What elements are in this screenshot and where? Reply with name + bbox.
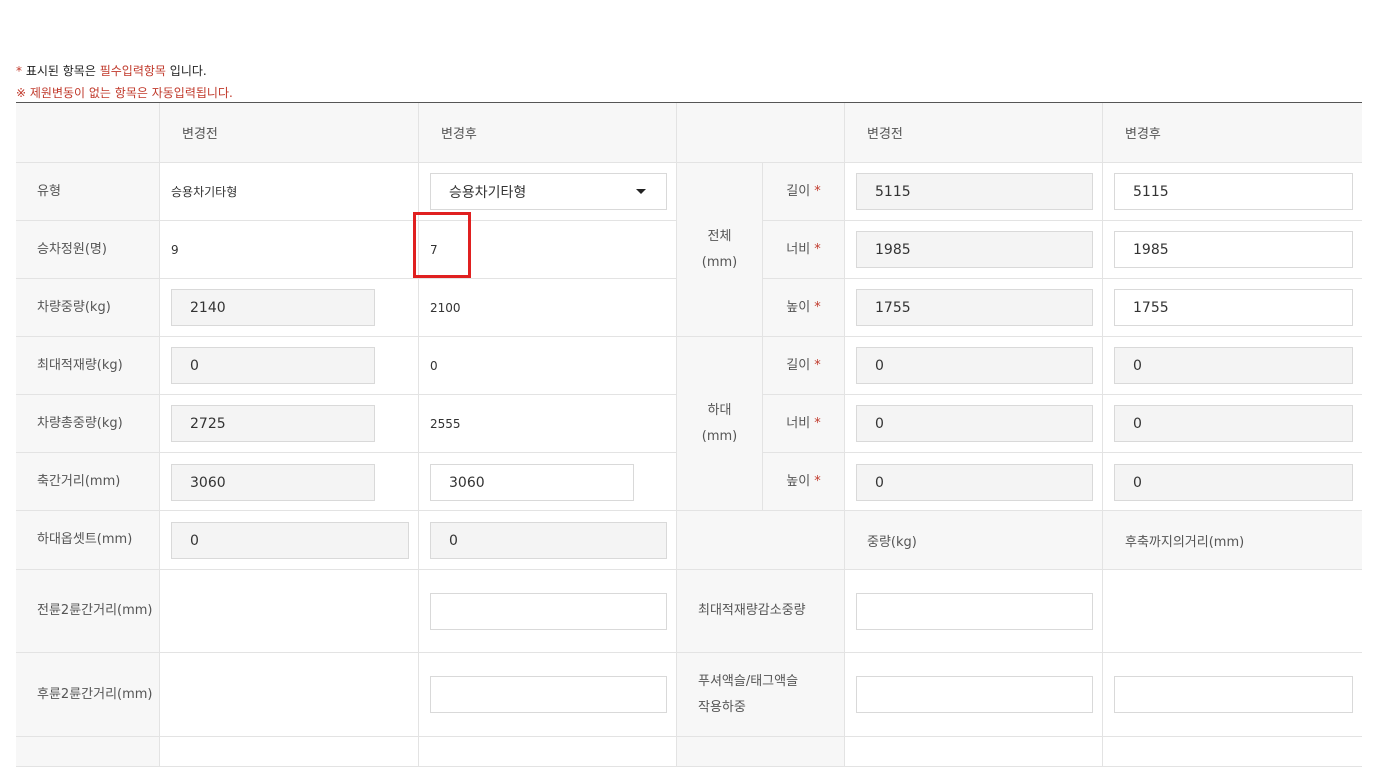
before-next-cell bbox=[160, 737, 419, 767]
max-load-reduction-weight-field[interactable] bbox=[856, 593, 1093, 630]
pusher-tag-axle-distance-field[interactable] bbox=[1114, 676, 1353, 713]
label-bed-offset: 하대옵셋트(mm) bbox=[16, 511, 160, 570]
label-vehicle-weight: 차량중량(kg) bbox=[16, 279, 160, 337]
label-seating-capacity: 승차정원(명) bbox=[16, 221, 160, 279]
before-overall-width-field: 1985 bbox=[856, 231, 1093, 268]
vehicle-type-select[interactable]: 승용차기타형 bbox=[430, 173, 667, 210]
auto-input-note: ※ 제원변동이 없는 항목은 자동입력됩니다. bbox=[16, 86, 233, 100]
before-overall-height-field: 1755 bbox=[856, 289, 1093, 326]
pusher-tag-axle-weight-field[interactable] bbox=[856, 676, 1093, 713]
after-gross-weight: 2555 bbox=[419, 395, 677, 453]
after-wheelbase-field[interactable]: 3060 bbox=[430, 464, 634, 501]
label-rear-dual-wheel-distance: 후륜2륜간거리(mm) bbox=[16, 653, 160, 737]
header-empty-cell-right bbox=[677, 103, 845, 163]
group-bed: 하대 (mm) bbox=[677, 337, 763, 511]
label-next-row bbox=[16, 737, 160, 767]
cell bbox=[845, 737, 1103, 767]
highlight-box bbox=[413, 212, 471, 278]
label-pusher-tag-axle-load: 푸셔액슬/태그액슬 작용하중 bbox=[677, 653, 845, 737]
before-bed-offset-field: 0 bbox=[171, 522, 409, 559]
spec-change-table: 변경전 변경후 변경전 변경후 유형 승차정원(명) 차량중량(kg) 최대적재… bbox=[16, 103, 1362, 767]
header-empty-cell bbox=[16, 103, 160, 163]
cell bbox=[1103, 570, 1362, 653]
after-overall-width-field[interactable]: 1985 bbox=[1114, 231, 1353, 268]
after-bed-width-field[interactable]: 0 bbox=[1114, 405, 1353, 442]
label-overall-length: 길이 * bbox=[763, 163, 845, 221]
before-wheelbase-field: 3060 bbox=[171, 464, 375, 501]
after-overall-height-field[interactable]: 1755 bbox=[1114, 289, 1353, 326]
required-note: * 표시된 항목은 필수입력항목 입니다. bbox=[16, 64, 207, 78]
after-next-cell bbox=[419, 737, 677, 767]
before-gross-weight-field: 2725 bbox=[171, 405, 375, 442]
after-bed-length-field[interactable]: 0 bbox=[1114, 347, 1353, 384]
before-vehicle-weight-field: 2140 bbox=[171, 289, 375, 326]
weight-header-empty bbox=[677, 511, 845, 570]
group-overall: 전체 (mm) bbox=[677, 163, 763, 337]
before-type: 승용차기타형 bbox=[160, 163, 419, 221]
after-bed-offset-field[interactable]: 0 bbox=[430, 522, 667, 559]
label-bed-length: 길이 * bbox=[763, 337, 845, 395]
header-after: 변경후 bbox=[419, 103, 677, 163]
label-max-load: 최대적재량(kg) bbox=[16, 337, 160, 395]
label-bed-height: 높이 * bbox=[763, 453, 845, 511]
header-before-right: 변경전 bbox=[845, 103, 1103, 163]
after-vehicle-weight: 2100 bbox=[419, 279, 677, 337]
before-bed-height-field: 0 bbox=[856, 464, 1093, 501]
before-seating-capacity: 9 bbox=[160, 221, 419, 279]
before-front-dual-cell bbox=[160, 570, 419, 653]
after-rear-dual-wheel-field[interactable] bbox=[430, 676, 667, 713]
label-gross-weight: 차량총중량(kg) bbox=[16, 395, 160, 453]
label-wheelbase: 축간거리(mm) bbox=[16, 453, 160, 511]
header-weight: 중량(kg) bbox=[845, 511, 1103, 570]
label-overall-width: 너비 * bbox=[763, 221, 845, 279]
after-bed-height-field[interactable]: 0 bbox=[1114, 464, 1353, 501]
cell bbox=[1103, 737, 1362, 767]
chevron-down-icon bbox=[636, 189, 646, 194]
before-bed-length-field: 0 bbox=[856, 347, 1093, 384]
label-max-load-reduction: 최대적재량감소중량 bbox=[677, 570, 845, 653]
label-next-row-right bbox=[677, 737, 845, 767]
label-bed-width: 너비 * bbox=[763, 395, 845, 453]
header-before: 변경전 bbox=[160, 103, 419, 163]
form-notes: * 표시된 항목은 필수입력항목 입니다. ※ 제원변동이 없는 항목은 자동입… bbox=[16, 60, 233, 104]
before-max-load-field: 0 bbox=[171, 347, 375, 384]
after-overall-length-field[interactable]: 5115 bbox=[1114, 173, 1353, 210]
label-type: 유형 bbox=[16, 163, 160, 221]
after-front-dual-wheel-field[interactable] bbox=[430, 593, 667, 630]
header-distance-to-rear-axle: 후축까지의거리(mm) bbox=[1103, 511, 1362, 570]
header-after-right: 변경후 bbox=[1103, 103, 1362, 163]
label-front-dual-wheel-distance: 전륜2륜간거리(mm) bbox=[16, 570, 160, 653]
after-max-load: 0 bbox=[419, 337, 677, 395]
label-overall-height: 높이 * bbox=[763, 279, 845, 337]
before-overall-length-field: 5115 bbox=[856, 173, 1093, 210]
before-rear-dual-cell bbox=[160, 653, 419, 737]
before-bed-width-field: 0 bbox=[856, 405, 1093, 442]
